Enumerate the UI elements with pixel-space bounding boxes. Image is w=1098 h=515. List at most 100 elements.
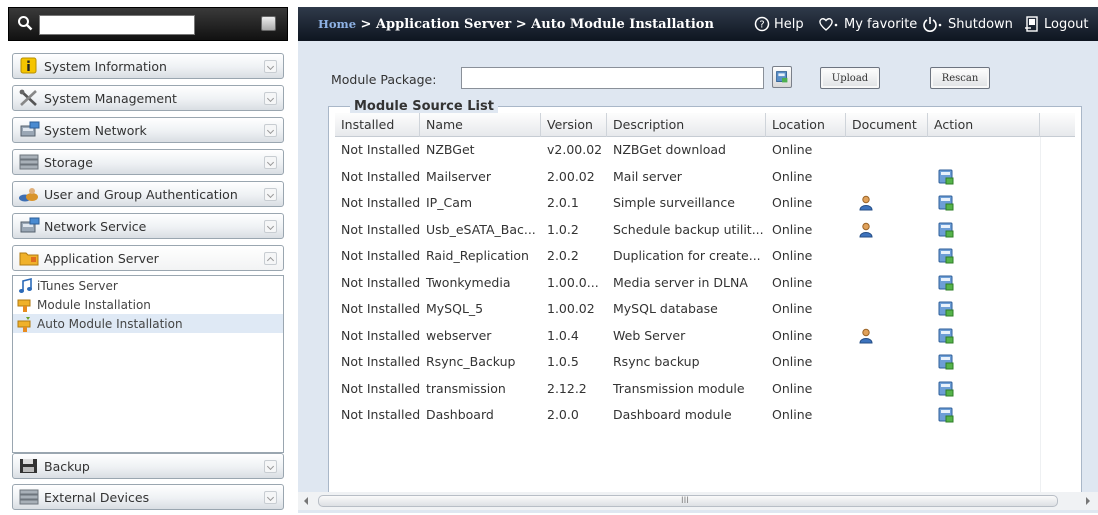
logout-link[interactable]: Logout (1024, 16, 1089, 32)
cell-name: Twonkymedia (426, 274, 511, 290)
rescan-button[interactable]: Rescan (930, 67, 990, 89)
expand-arrow-icon[interactable] (264, 156, 277, 169)
logout-label: Logout (1044, 16, 1089, 32)
shutdown-link[interactable]: Shutdown (922, 16, 1013, 32)
column-header-action[interactable]: Action (928, 113, 1040, 137)
menu-item-label: User and Group Authentication (44, 186, 238, 202)
table-row[interactable]: Not Installed webserver 1.0.4 Web Server Onl… (335, 323, 1040, 350)
backup-icon (18, 457, 40, 475)
scroll-left-arrow-icon[interactable] (304, 497, 308, 505)
cell-name: Dashboard (426, 407, 494, 422)
cell-version: 2.0.2 (547, 248, 579, 263)
breadcrumb-home-link[interactable]: Home (318, 17, 356, 31)
menu-item-user-group-auth[interactable]: User and Group Authentication (12, 181, 284, 207)
menu-item-system-network[interactable]: System Network (12, 117, 284, 143)
table-row[interactable]: Not Installed NZBGet v2.00.02 NZBGet downlo… (335, 137, 1040, 164)
table-row[interactable]: Not Installed Twonkymedia 1.00.0... Media s… (335, 270, 1040, 297)
install-icon[interactable] (938, 195, 954, 211)
svg-text:?: ? (759, 20, 764, 31)
column-header-name[interactable]: Name (420, 113, 541, 137)
expand-arrow-icon[interactable] (264, 491, 277, 504)
install-icon[interactable] (938, 222, 954, 238)
cell-name: Usb_eSATA_Bac... (426, 221, 536, 237)
cell-name: Mailserver (426, 168, 491, 184)
menu-item-network-service[interactable]: Network Service (12, 213, 284, 239)
horizontal-scrollbar[interactable]: III (298, 492, 1098, 510)
submenu-item-label: Module Installation (37, 297, 151, 312)
menu-item-system-management[interactable]: System Management (12, 85, 284, 111)
column-header-installed[interactable]: Installed (335, 113, 420, 137)
upload-button[interactable]: Upload (820, 67, 880, 89)
scrollbar-thumb[interactable]: III (318, 495, 1058, 507)
help-icon: ? (754, 16, 770, 32)
document-icon[interactable] (858, 195, 874, 211)
column-header-description[interactable]: Description (607, 113, 766, 137)
collapse-arrow-icon[interactable] (264, 252, 277, 265)
submenu-item-module-installation[interactable]: Module Installation (13, 295, 283, 314)
install-icon[interactable] (938, 354, 954, 370)
table-row[interactable]: Not Installed Raid_Replication 2.0.2 Duplic… (335, 243, 1040, 270)
menu-item-external-devices[interactable]: External Devices (12, 484, 284, 510)
install-icon[interactable] (938, 301, 954, 317)
install-icon[interactable] (938, 275, 954, 291)
folder-icon (18, 249, 40, 267)
menu-item-backup[interactable]: Backup (12, 453, 284, 479)
expand-arrow-icon[interactable] (264, 220, 277, 233)
music-note-icon (17, 277, 33, 294)
scroll-right-arrow-icon[interactable] (1086, 497, 1090, 505)
cell-installed: Not Installed (341, 221, 420, 237)
table-row[interactable]: Not Installed Rsync_Backup 1.0.5 Rsync back… (335, 349, 1040, 376)
expand-arrow-icon[interactable] (264, 188, 277, 201)
help-link[interactable]: ? Help (754, 16, 804, 32)
expand-arrow-icon[interactable] (264, 60, 277, 73)
table-empty-gutter (1040, 137, 1075, 501)
table-row[interactable]: Not Installed Mailserver 2.00.02 Mail serve… (335, 164, 1040, 191)
document-icon[interactable] (858, 222, 874, 238)
clear-search-button[interactable] (261, 16, 276, 31)
cell-installed: Not Installed (341, 407, 420, 422)
cell-description: MySQL database (613, 301, 718, 316)
table-row[interactable]: Not Installed Dashboard 2.0.0 Dashboard mod… (335, 402, 1040, 429)
module-package-input[interactable] (461, 67, 764, 89)
cell-description: Mail server (613, 168, 682, 184)
browse-button[interactable] (772, 66, 792, 88)
cell-description: Transmission module (613, 380, 745, 396)
module-source-list-title: Module Source List (350, 99, 498, 114)
menu-item-storage[interactable]: Storage (12, 149, 284, 175)
cell-installed: Not Installed (341, 248, 420, 263)
install-icon[interactable] (938, 407, 954, 423)
menu-item-label: External Devices (44, 489, 150, 505)
table-row[interactable]: Not Installed MySQL_5 1.00.02 MySQL databas… (335, 296, 1040, 323)
tools-icon (18, 89, 40, 107)
expand-arrow-icon[interactable] (264, 124, 277, 137)
cell-installed: Not Installed (341, 301, 420, 316)
install-icon[interactable] (938, 328, 954, 344)
expand-arrow-icon[interactable] (264, 460, 277, 473)
install-icon[interactable] (938, 169, 954, 185)
install-icon[interactable] (938, 248, 954, 264)
logout-icon (1025, 16, 1038, 32)
search-input[interactable] (39, 15, 195, 35)
menu-item-system-information[interactable]: System Information (12, 53, 284, 79)
menu-item-application-server[interactable]: Application Server (12, 245, 284, 271)
column-header-version[interactable]: Version (541, 113, 607, 137)
main-panel: Home > Application Server > Auto Module … (298, 7, 1098, 513)
search-bar (8, 7, 288, 41)
table-row[interactable]: Not Installed IP_Cam 2.0.1 Simple surveilla… (335, 190, 1040, 217)
cell-name: transmission (426, 380, 506, 396)
submenu-item-auto-module-installation[interactable]: Auto Module Installation (13, 314, 283, 333)
install-icon[interactable] (938, 381, 954, 397)
column-header-document[interactable]: Document (846, 113, 928, 137)
expand-arrow-icon[interactable] (264, 92, 277, 105)
network-icon (18, 121, 40, 139)
menu-item-label: System Management (44, 90, 177, 106)
my-favorite-link[interactable]: My favorite (818, 16, 917, 32)
cell-installed: Not Installed (341, 354, 420, 369)
submenu-item-itunes-server[interactable]: iTunes Server (13, 276, 283, 295)
table-row[interactable]: Not Installed Usb_eSATA_Bac... 1.0.2 Schedu… (335, 217, 1040, 244)
column-header-location[interactable]: Location (766, 113, 846, 137)
cell-version: 1.00.02 (547, 301, 595, 316)
cell-version: 2.12.2 (547, 380, 587, 396)
document-icon[interactable] (858, 328, 874, 344)
table-row[interactable]: Not Installed transmission 2.12.2 Transmiss… (335, 376, 1040, 403)
